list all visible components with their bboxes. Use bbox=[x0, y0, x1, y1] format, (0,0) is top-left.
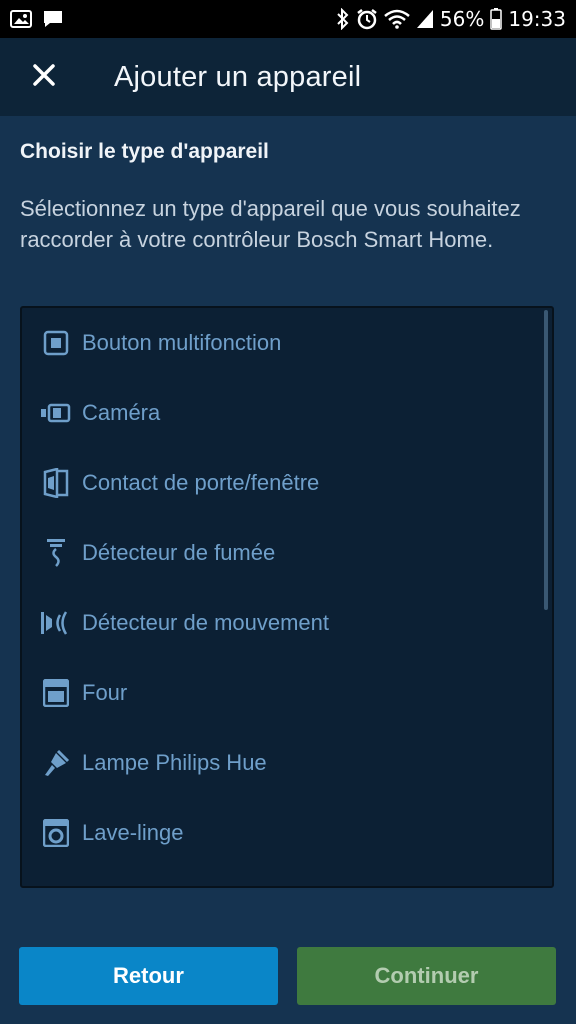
motion-detector-icon bbox=[40, 607, 72, 639]
list-item-lave-linge[interactable]: Lave-linge bbox=[22, 798, 542, 868]
continue-button[interactable]: Continuer bbox=[297, 947, 556, 1005]
list-item-detecteur-fumee[interactable]: Détecteur de fumée bbox=[22, 518, 542, 588]
camera-icon bbox=[40, 397, 72, 429]
battery-icon bbox=[490, 8, 503, 30]
wifi-icon bbox=[384, 9, 410, 29]
lamp-icon bbox=[40, 747, 72, 779]
list-item-label: Contact de porte/fenêtre bbox=[82, 470, 320, 495]
close-icon bbox=[32, 63, 56, 92]
list-item-bouton-multifonction[interactable]: Bouton multifonction bbox=[22, 308, 542, 378]
list-item-label: Détecteur de fumée bbox=[82, 540, 276, 565]
signal-icon bbox=[416, 9, 434, 29]
list-item-four[interactable]: Four bbox=[22, 658, 542, 728]
close-button[interactable] bbox=[18, 51, 70, 103]
clock: 19:33 bbox=[508, 7, 566, 31]
oven-icon bbox=[40, 677, 72, 709]
bluetooth-icon bbox=[336, 8, 350, 30]
door-contact-icon bbox=[40, 467, 72, 499]
list-scrollbar[interactable] bbox=[544, 310, 548, 610]
washing-machine-icon bbox=[40, 817, 72, 849]
status-bar: 56% 19:33 bbox=[0, 0, 576, 38]
list-item-camera[interactable]: Caméra bbox=[22, 378, 542, 448]
battery-percent: 56% bbox=[439, 7, 485, 31]
alarm-icon bbox=[356, 8, 378, 30]
button-icon bbox=[40, 327, 72, 359]
list-item-label: Détecteur de mouvement bbox=[82, 610, 330, 635]
list-item-contact-porte-fenetre[interactable]: Contact de porte/fenêtre bbox=[22, 448, 542, 518]
list-item-label: Caméra bbox=[82, 400, 161, 425]
image-notification-icon bbox=[10, 10, 32, 28]
list-item-label: Bouton multifonction bbox=[82, 330, 282, 355]
list-item-label: Lampe Philips Hue bbox=[82, 750, 267, 775]
back-button[interactable]: Retour bbox=[19, 947, 278, 1005]
smoke-detector-icon bbox=[40, 537, 72, 569]
device-type-list[interactable]: Bouton multifonction Caméra Contact de p… bbox=[20, 306, 554, 888]
description-text: Sélectionnez un type d'appareil que vous… bbox=[20, 196, 521, 252]
page-title: Ajouter un appareil bbox=[114, 60, 362, 93]
list-item-detecteur-mouvement[interactable]: Détecteur de mouvement bbox=[22, 588, 542, 658]
message-notification-icon bbox=[42, 9, 64, 29]
list-item-lampe-philips-hue[interactable]: Lampe Philips Hue bbox=[22, 728, 542, 798]
section-title: Choisir le type d'appareil bbox=[20, 140, 269, 163]
list-item-label: Four bbox=[82, 680, 128, 705]
list-item-label: Lave-linge bbox=[82, 820, 184, 845]
app-bar: Ajouter un appareil bbox=[0, 38, 576, 116]
